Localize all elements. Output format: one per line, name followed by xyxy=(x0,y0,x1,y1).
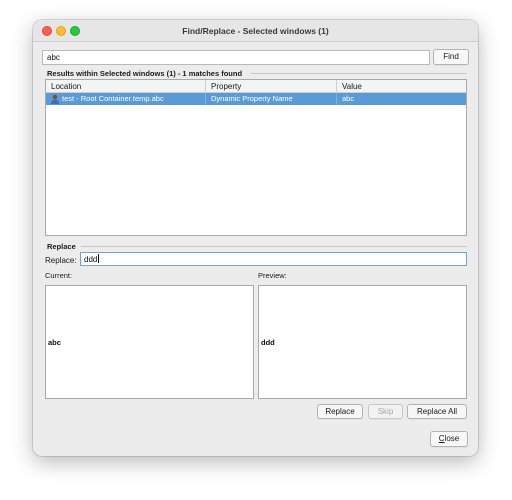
preview-pane: ddd xyxy=(258,285,467,399)
results-label: Results within Selected windows (1) - 1 … xyxy=(47,69,243,78)
find-replace-dialog: Find/Replace - Selected windows (1) abc … xyxy=(33,20,478,456)
column-header-location[interactable]: Location xyxy=(46,80,206,93)
replace-section-label: Replace xyxy=(47,242,76,251)
close-label: lose xyxy=(444,434,460,443)
replace-field-label: Replace: xyxy=(45,256,77,265)
current-text: abc xyxy=(48,338,61,347)
current-pane: abc xyxy=(45,285,254,399)
replace-input-value: ddd xyxy=(84,255,98,264)
replace-button[interactable]: Replace xyxy=(317,404,363,419)
results-table[interactable]: Location Property Value test - Root Cont… xyxy=(45,79,467,236)
replace-all-button[interactable]: Replace All xyxy=(407,404,467,419)
table-row[interactable]: test - Root Container.temp.abc Dynamic P… xyxy=(46,93,466,105)
find-button[interactable]: Find xyxy=(433,49,469,65)
window-title: Find/Replace - Selected windows (1) xyxy=(182,26,329,36)
preview-label: Preview: xyxy=(258,271,287,280)
column-header-value[interactable]: Value xyxy=(337,80,468,93)
preview-text: ddd xyxy=(261,338,275,347)
replace-separator xyxy=(81,246,467,247)
replace-input[interactable]: ddd xyxy=(80,252,467,266)
skip-button[interactable]: Skip xyxy=(368,404,403,419)
row-location: test - Root Container.temp.abc xyxy=(46,93,206,105)
row-property: Dynamic Property Name xyxy=(206,93,337,105)
table-header: Location Property Value xyxy=(46,80,466,93)
row-value: abc xyxy=(342,94,355,103)
results-separator xyxy=(251,73,467,74)
search-input[interactable]: abc xyxy=(42,50,430,65)
current-label: Current: xyxy=(45,271,73,280)
column-header-property[interactable]: Property xyxy=(206,80,337,93)
title-bar: Find/Replace - Selected windows (1) xyxy=(33,20,478,42)
text-caret xyxy=(98,254,100,263)
close-button[interactable]: Close xyxy=(430,431,468,447)
